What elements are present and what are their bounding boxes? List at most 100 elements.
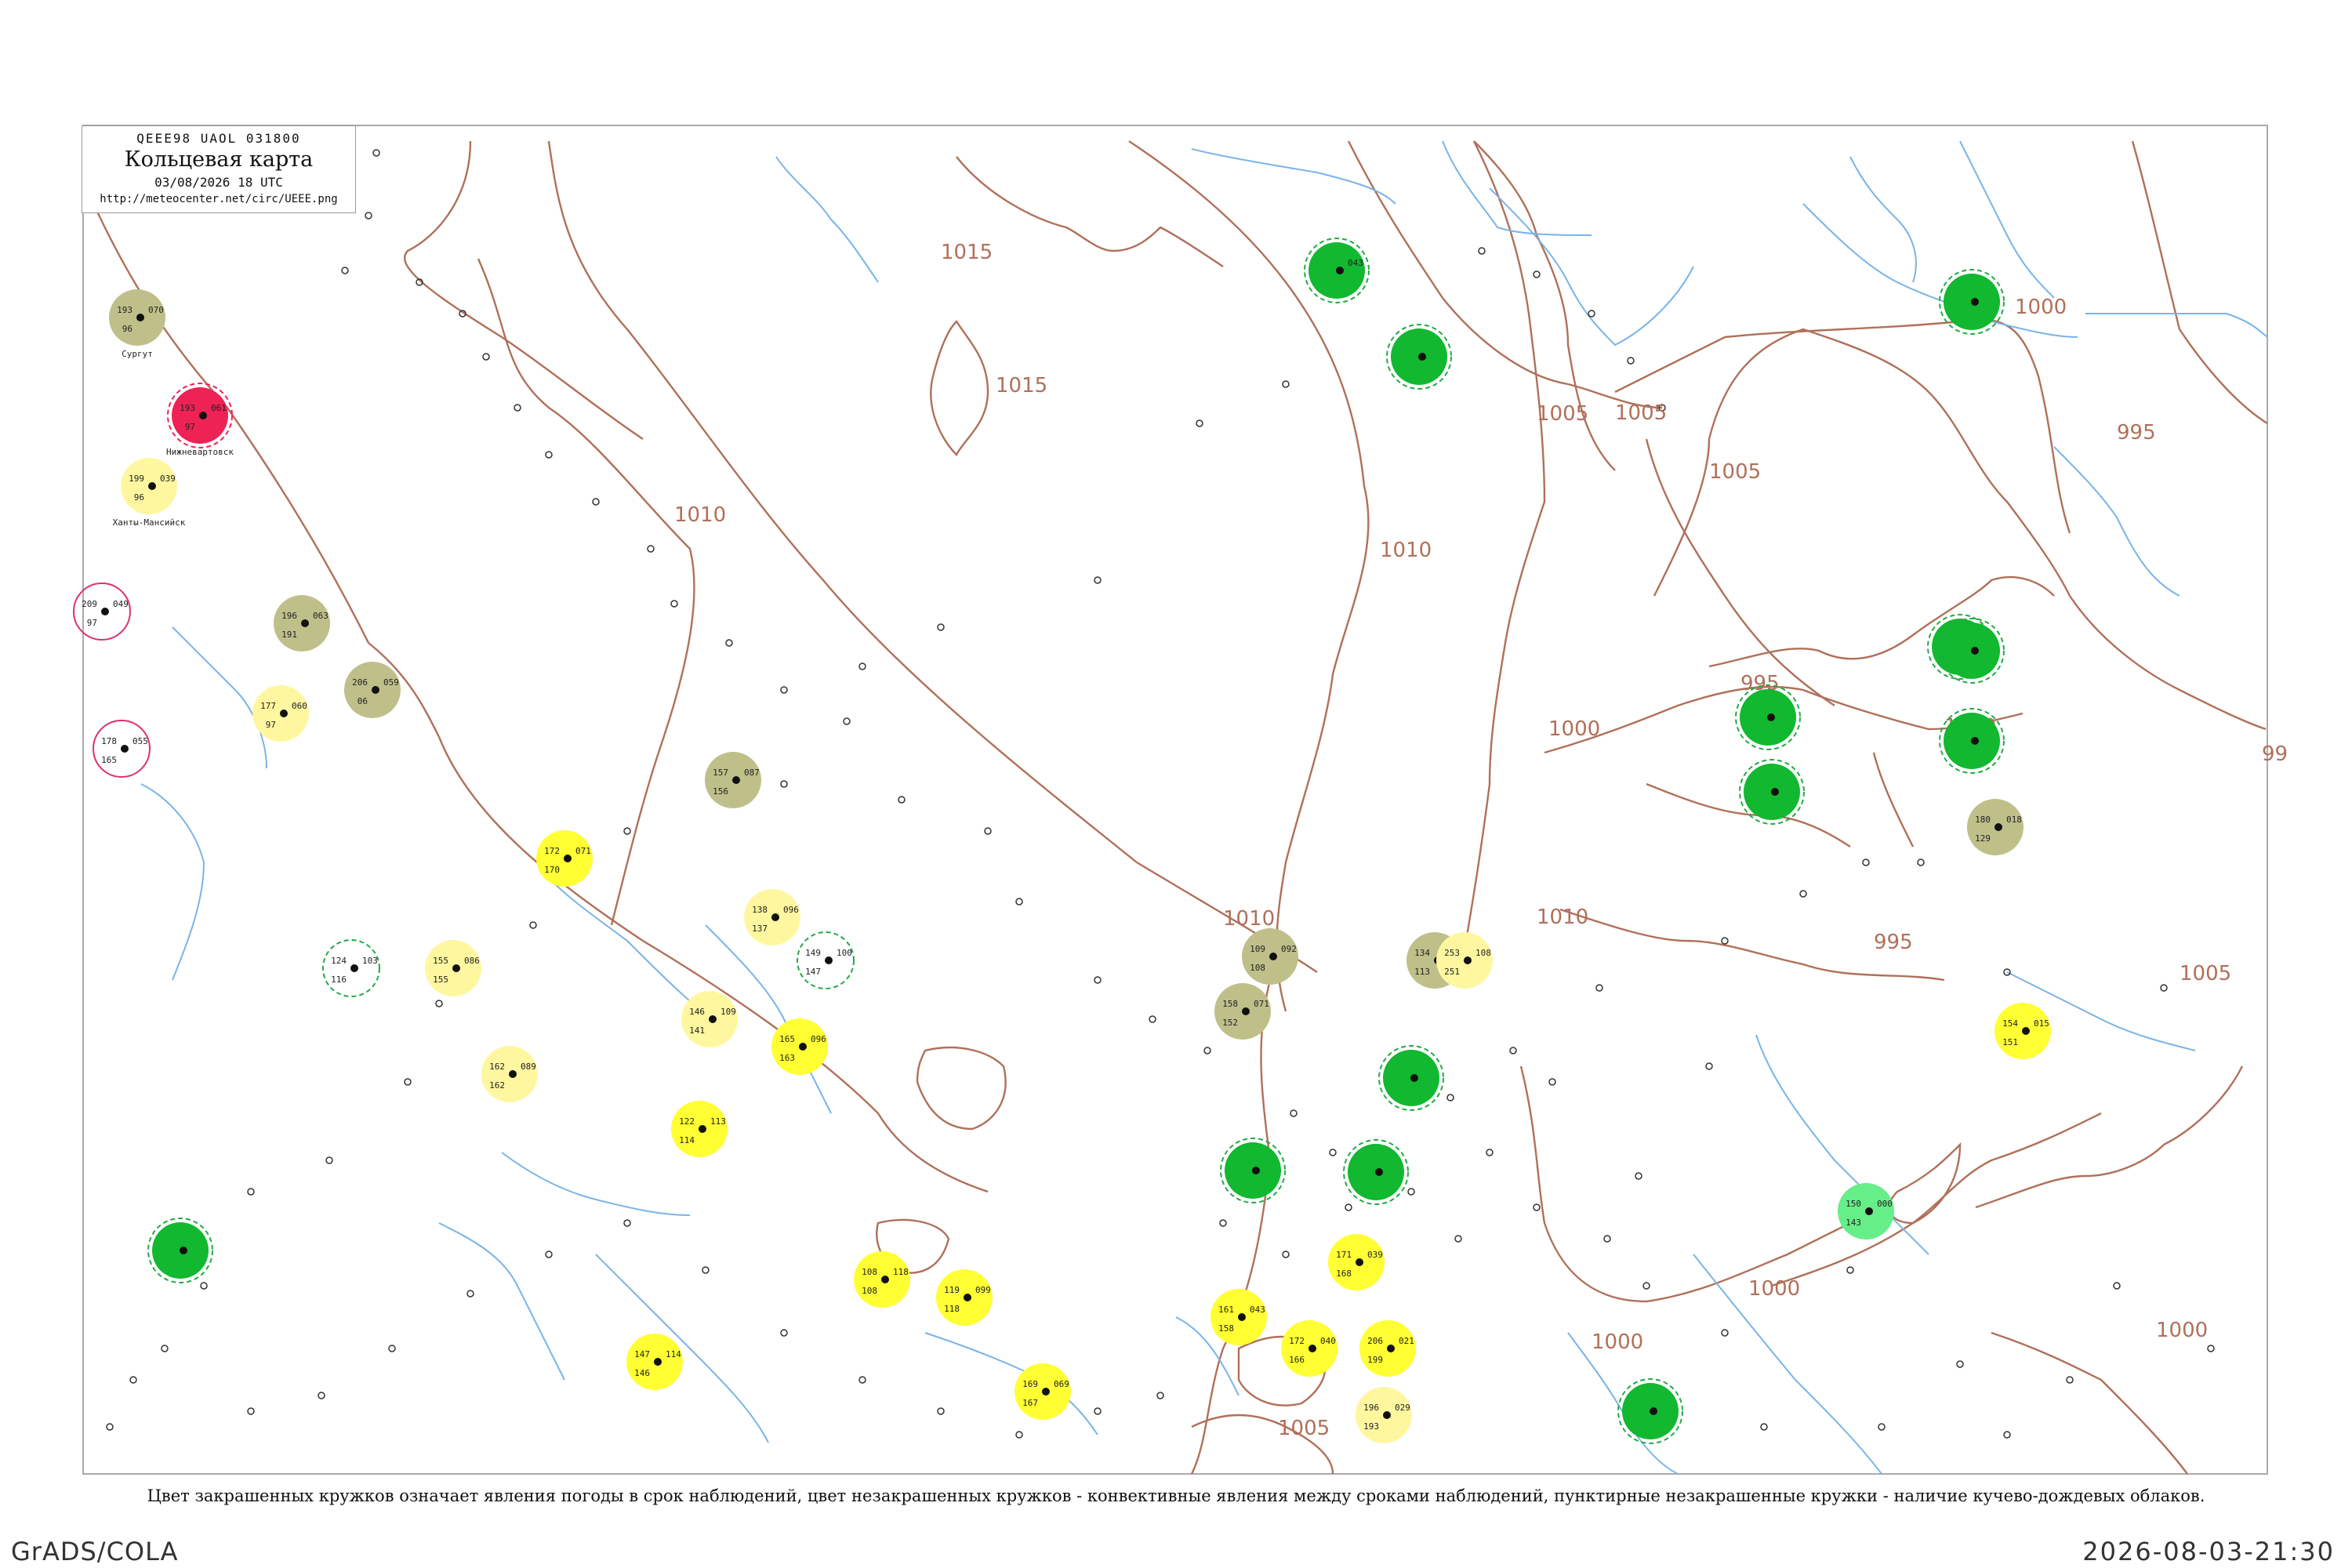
rivers (140, 140, 2268, 1475)
station-dewpoint: 113 (1414, 967, 1430, 977)
station-pressure: 089 (521, 1062, 536, 1072)
station-temperature: 108 (862, 1267, 877, 1277)
station-dewpoint: 143 (1846, 1218, 1861, 1228)
station-dewpoint: 162 (489, 1080, 505, 1091)
weather-circle-thunder (1343, 1139, 1409, 1205)
station-marker (1149, 1015, 1156, 1023)
footer-software: GrADS/COLA (11, 1537, 179, 1566)
station-pressure: 021 (1399, 1336, 1414, 1346)
station-pressure: 071 (575, 846, 591, 856)
weather-circle-thunder: 043 (1304, 238, 1370, 303)
isobar-lines (83, 140, 2268, 1475)
weather-circle-fog: 193 96 070 Сургут (109, 289, 165, 359)
station-marker (325, 1156, 333, 1164)
station-dewpoint: 141 (689, 1025, 705, 1036)
station-dot (121, 745, 129, 753)
station-pressure: 018 (2006, 815, 2022, 825)
station-temperature: 171 (1336, 1250, 1352, 1260)
station-temperature: 206 (1367, 1336, 1383, 1346)
station-marker (1509, 1047, 1517, 1054)
station-dot (1771, 788, 1779, 796)
isobar-label: 1005 (2180, 962, 2231, 985)
legend-date: 03/08/2026 18 UTC (154, 175, 283, 190)
station-dot (1410, 1074, 1418, 1082)
station-temperature: 149 (805, 948, 821, 958)
station-dot (452, 964, 460, 972)
station-temperature: 138 (752, 905, 768, 915)
isobar-label: 1000 (2015, 296, 2067, 319)
station-pressure: 100 (837, 948, 852, 958)
station-dot (799, 1043, 807, 1051)
station-dot (1042, 1388, 1050, 1396)
station-dot (101, 608, 109, 615)
isobar-label: 1010 (1380, 539, 1432, 562)
weather-circle-fog: 180 129 018 (1967, 799, 2024, 855)
station-pressure: 063 (313, 611, 328, 621)
weather-circle-fog: 206 06 059 (344, 662, 401, 718)
station-temperature: 196 (281, 611, 297, 621)
station-dot (199, 412, 207, 419)
weather-circle-rain: 161 158 043 (1210, 1289, 1267, 1345)
isobar-label: 1005 (1537, 402, 1588, 426)
station-pressure: 108 (1475, 948, 1491, 958)
isobar-label: 995 (2117, 421, 2156, 445)
station-marker (1203, 1047, 1211, 1054)
station-pressure: 092 (1281, 944, 1297, 954)
station-dot (654, 1358, 662, 1366)
station-dewpoint: 147 (805, 967, 821, 977)
station-marker (1721, 1329, 1729, 1337)
station-marker (1627, 357, 1635, 365)
station-temperature: 154 (2002, 1018, 2018, 1029)
station-pressure: 061 (211, 403, 227, 413)
station-dewpoint: 168 (1336, 1269, 1352, 1279)
station-marker (1917, 858, 1925, 866)
map-legend-box: QEEE98 UAOL 031800 Кольцевая карта 03/08… (82, 125, 356, 213)
station-dewpoint: 191 (281, 630, 297, 640)
station-pressure: 099 (975, 1285, 991, 1295)
station-pressure: 055 (132, 736, 148, 746)
station-marker (1533, 270, 1541, 278)
station-dot (1252, 1167, 1260, 1174)
isobar-label: 1010 (674, 503, 726, 527)
station-plots (106, 149, 2215, 1439)
station-pressure: 040 (1320, 1336, 1336, 1346)
station-marker (1282, 380, 1290, 388)
station-temperature: 206 (352, 677, 368, 688)
station-marker (318, 1392, 325, 1399)
station-pressure: 070 (148, 305, 164, 315)
station-marker (1094, 1407, 1102, 1415)
station-marker (937, 623, 945, 631)
station-dewpoint: 97 (87, 618, 97, 628)
station-marker (514, 404, 521, 412)
station-dot (372, 686, 379, 694)
weather-circle-fog: 109 108 092 (1242, 928, 1298, 985)
weather-circle-drizzle: 196 193 029 (1356, 1387, 1412, 1443)
station-marker (1219, 1219, 1227, 1227)
station-pressure: 096 (811, 1034, 826, 1044)
station-marker (129, 1376, 137, 1384)
weather-circle-drizzle: 199 96 039 Ханты-Мансийск (113, 458, 186, 528)
station-temperature: 253 (1444, 948, 1460, 958)
station-marker (2207, 1345, 2215, 1352)
station-dot (709, 1015, 717, 1023)
station-marker (1015, 898, 1023, 906)
station-dot (2022, 1027, 2030, 1035)
station-pressure: 060 (292, 701, 307, 711)
station-marker (1329, 1149, 1337, 1156)
station-temperature: 180 (1975, 815, 1991, 825)
weather-map: 1015 1015 1010 1010 1010 1010 1005 1005 1005 1005… (73, 125, 2288, 1475)
weather-circle-ring: 178 165 055 (93, 720, 151, 778)
station-dewpoint: 116 (331, 975, 347, 985)
weather-circle-thunder (1386, 324, 1452, 390)
weather-circle-thunder (1378, 1045, 1444, 1111)
weather-circle-thunder (1220, 1138, 1286, 1203)
station-temperature: 124 (331, 956, 347, 966)
isobar-label: 1005 (1709, 460, 1761, 484)
weather-circle-rain: 206 199 021 (1359, 1320, 1416, 1377)
station-pressure: 039 (1367, 1250, 1383, 1260)
station-pressure: 087 (744, 768, 760, 778)
station-marker (1094, 976, 1102, 984)
station-marker (435, 1000, 443, 1007)
weather-circles: 193 96 070 Сургут 193 97 061 Нижневартовск 199 96… (73, 238, 2051, 1444)
station-dewpoint: 96 (134, 492, 144, 503)
